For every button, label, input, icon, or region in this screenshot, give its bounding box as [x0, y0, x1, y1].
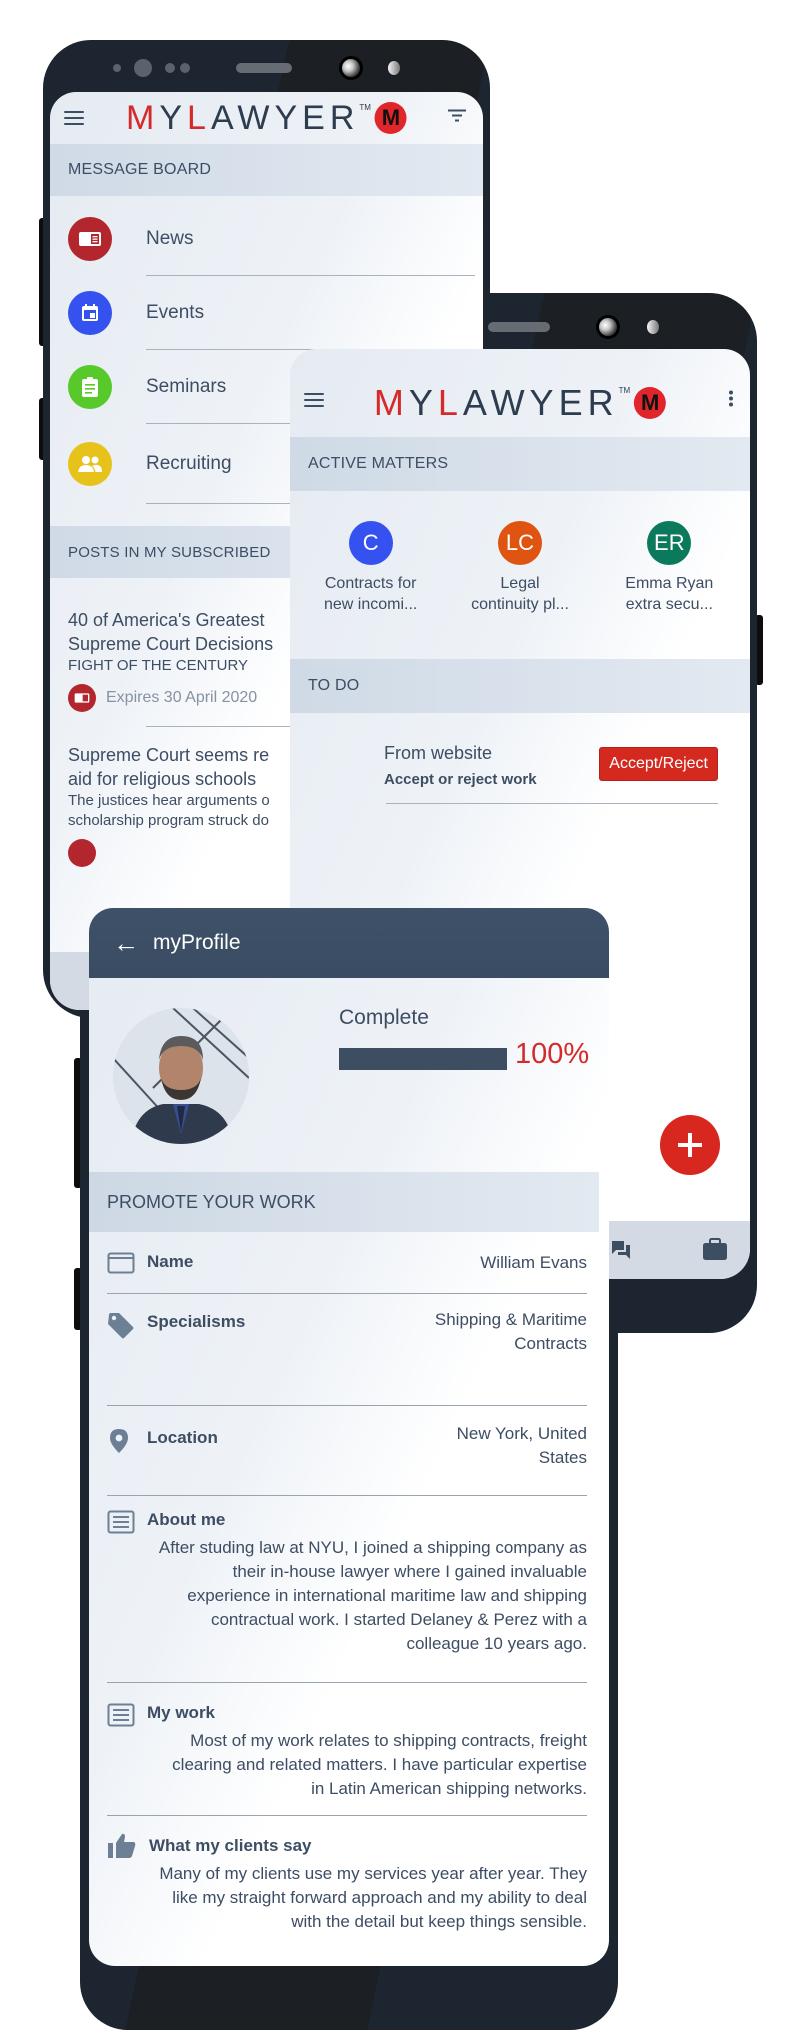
field-value: William Evans	[480, 1253, 587, 1272]
divider	[386, 803, 718, 804]
matter-item[interactable]: C Contracts for new incomi...	[306, 521, 436, 659]
avatar[interactable]	[113, 1008, 249, 1144]
complete-label: Complete	[339, 1006, 429, 1029]
matter-name: extra secu...	[625, 596, 713, 613]
field-specialisms[interactable]: Specialisms Shipping & Maritime Contract…	[107, 1294, 587, 1406]
matter-avatar: ER	[647, 521, 692, 565]
field-value: Shipping & Maritime Contracts	[434, 1310, 587, 1353]
newspaper-icon	[68, 217, 112, 261]
clients-title: What my clients say	[149, 1836, 312, 1855]
matter-name: new incomi...	[323, 596, 418, 613]
my-work-text: Most of my work relates to shipping cont…	[172, 1731, 587, 1798]
thumbs-up-icon	[107, 1832, 137, 1865]
field-label: Location	[147, 1428, 218, 1447]
front-camera-icon	[596, 315, 620, 339]
location-pin-icon	[109, 1428, 129, 1459]
chat-icon[interactable]	[610, 1239, 632, 1266]
progress-percent: 100%	[515, 1038, 590, 1070]
phone-profile: ← myProfile Complete 100% PROMOTE YOUR W…	[80, 850, 618, 2030]
notes-icon	[107, 1703, 135, 1732]
id-card-icon	[107, 1252, 135, 1279]
profile-fields: Name William Evans Specialisms Shipping …	[107, 1232, 587, 1934]
field-name[interactable]: Name William Evans	[107, 1232, 587, 1294]
profile-app-bar: ← myProfile	[89, 908, 609, 978]
hamburger-icon[interactable]	[64, 111, 84, 125]
tag-icon	[107, 1312, 135, 1345]
back-arrow-icon[interactable]: ←	[113, 928, 139, 959]
field-label: Specialisms	[147, 1312, 246, 1331]
section-promote-your-work: PROMOTE YOUR WORK	[89, 1172, 599, 1232]
profile-progress-bar	[339, 1048, 507, 1070]
about-title: About me	[147, 1510, 226, 1529]
section-message-board: MESSAGE BOARD	[50, 144, 483, 196]
filter-icon[interactable]	[447, 108, 467, 129]
hamburger-icon[interactable]	[304, 393, 324, 407]
section-todo: TO DO	[290, 659, 750, 713]
mylawyer-logo: M Y L AWYER TM M	[374, 382, 667, 424]
field-location[interactable]: Location New York, United States	[107, 1406, 587, 1496]
app-bar: M Y L AWYER TM M	[290, 349, 750, 437]
front-camera-icon	[339, 56, 363, 80]
about-text: After studing law at NYU, I joined a shi…	[158, 1538, 587, 1653]
newspaper-icon	[68, 839, 96, 867]
app-bar: M Y L AWYER TM M	[50, 92, 483, 144]
post-expiry: Expires 30 April 2020	[106, 689, 258, 706]
calendar-icon	[68, 291, 112, 335]
screen: ← myProfile Complete 100% PROMOTE YOUR W…	[89, 908, 609, 1966]
matter-avatar: C	[348, 521, 393, 565]
add-fab-button[interactable]	[660, 1115, 720, 1175]
clients-text: Many of my clients use my services year …	[159, 1864, 587, 1931]
todo-title: From website	[384, 743, 493, 763]
menu-item-label: News	[146, 228, 194, 249]
matter-name: Contracts for	[324, 575, 417, 592]
matter-name: Legal	[500, 575, 540, 592]
menu-item-label: Events	[146, 302, 205, 323]
menu-item-news[interactable]: News	[50, 202, 483, 276]
menu-item-label: Seminars	[146, 376, 227, 397]
plus-icon	[678, 1133, 702, 1157]
progress-fill	[339, 1048, 507, 1070]
logo-badge-icon: M	[374, 102, 407, 134]
more-vertical-icon[interactable]	[728, 390, 734, 413]
menu-item-label: Recruiting	[146, 453, 232, 474]
notes-icon	[107, 1510, 135, 1539]
matter-name: continuity pl...	[471, 596, 569, 613]
matter-item[interactable]: ER Emma Ryan extra secu...	[604, 521, 734, 659]
field-clients-say[interactable]: What my clients say Many of my clients u…	[107, 1816, 587, 1934]
todo-item: From website Accept or reject work Accep…	[290, 713, 750, 813]
mylawyer-logo: M Y L AWYER TM M	[126, 99, 407, 138]
matter-item[interactable]: LC Legal continuity pl...	[455, 521, 585, 659]
logo-badge-icon: M	[634, 387, 667, 419]
people-icon	[68, 442, 112, 486]
matter-avatar: LC	[497, 521, 542, 565]
my-work-title: My work	[147, 1703, 216, 1722]
matter-name: Emma Ryan	[625, 575, 714, 592]
accept-reject-button[interactable]: Accept/Reject	[599, 747, 718, 781]
briefcase-icon[interactable]	[702, 1237, 728, 1266]
page-title: myProfile	[153, 931, 241, 954]
todo-subtitle: Accept or reject work	[384, 771, 537, 788]
menu-item-events[interactable]: Events	[50, 276, 483, 350]
field-about-me[interactable]: About me After studing law at NYU, I joi…	[107, 1496, 587, 1683]
field-label: Name	[147, 1252, 194, 1271]
section-active-matters: ACTIVE MATTERS	[290, 437, 750, 491]
newspaper-icon	[68, 684, 96, 712]
field-value: New York, United States	[456, 1424, 587, 1467]
clipboard-icon	[68, 365, 112, 409]
field-my-work[interactable]: My work Most of my work relates to shipp…	[107, 1683, 587, 1816]
matters-list: C Contracts for new incomi... LC Legal c…	[290, 491, 750, 659]
phone-bezel	[43, 40, 490, 100]
